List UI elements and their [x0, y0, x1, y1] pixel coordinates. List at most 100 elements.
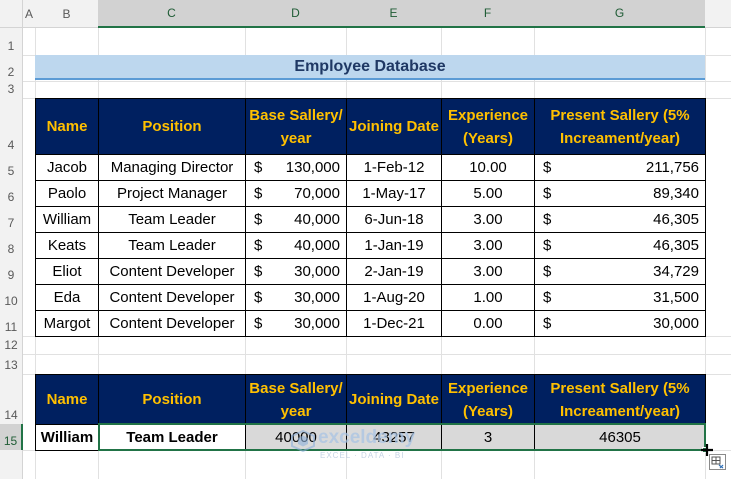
cell-name[interactable]: Eliot — [35, 258, 99, 285]
present-salary-value: 34,729 — [653, 263, 699, 280]
base-salary-value: 30,000 — [294, 315, 340, 332]
cell-present-salary[interactable]: $211,756 — [534, 154, 706, 181]
base-salary-value: 30,000 — [294, 263, 340, 280]
cell-base-salary[interactable]: $30,000 — [245, 258, 347, 285]
cell-position[interactable]: Team Leader — [98, 232, 246, 259]
column-header-b[interactable]: B — [35, 0, 98, 28]
base-salary-value: 40,000 — [294, 211, 340, 228]
row-header-8[interactable]: 8 — [0, 232, 23, 258]
row-header-15[interactable]: 15 — [0, 424, 23, 450]
cell-joining-date[interactable]: 1-Jan-19 — [346, 232, 442, 259]
cell-name[interactable]: William — [35, 206, 99, 233]
cell-position[interactable]: Content Developer — [98, 310, 246, 337]
cell-joining-date[interactable]: 1-Aug-20 — [346, 284, 442, 311]
currency-symbol: $ — [543, 185, 552, 202]
currency-symbol: $ — [254, 211, 263, 228]
cell-name[interactable]: Paolo — [35, 180, 99, 207]
cell-present-salary[interactable]: $34,729 — [534, 258, 706, 285]
row-header-9[interactable]: 9 — [0, 258, 23, 284]
row-header-1[interactable]: 1 — [0, 28, 23, 55]
column-header-d[interactable]: D — [245, 0, 346, 28]
employee-table: Name Position Base Sallery/ year Joining… — [35, 98, 706, 337]
row-header-5[interactable]: 5 — [0, 154, 23, 180]
cell-position[interactable]: Team Leader — [98, 206, 246, 233]
column-header-a[interactable]: A — [23, 0, 35, 28]
header-experience[interactable]: Experience (Years) — [441, 98, 535, 155]
row-header-2[interactable]: 2 — [0, 55, 23, 81]
cell-joining-date[interactable]: 1-Feb-12 — [346, 154, 442, 181]
currency-symbol: $ — [254, 159, 263, 176]
column-header-c[interactable]: C — [98, 0, 245, 28]
row-header-11[interactable]: 11 — [0, 310, 23, 336]
header-joining-date[interactable]: Joining Date — [346, 374, 442, 425]
row-header-13[interactable]: 13 — [0, 354, 23, 374]
cell-name[interactable]: Keats — [35, 232, 99, 259]
cell-experience[interactable]: 3.00 — [441, 206, 535, 233]
cell-present-salary[interactable]: $31,500 — [534, 284, 706, 311]
lookup-name-cell[interactable]: William — [35, 424, 99, 451]
header-present-salary[interactable]: Present Sallery (5% Increament/year) — [534, 98, 706, 155]
row-header-4[interactable]: 4 — [0, 98, 23, 154]
base-salary-value: 70,000 — [294, 185, 340, 202]
row-header-6[interactable]: 6 — [0, 180, 23, 206]
header-name[interactable]: Name — [35, 98, 99, 155]
cell-experience[interactable]: 10.00 — [441, 154, 535, 181]
cell-present-salary[interactable]: $46,305 — [534, 206, 706, 233]
currency-symbol: $ — [543, 237, 552, 254]
cell-base-salary[interactable]: $30,000 — [245, 284, 347, 311]
gridline — [23, 354, 731, 355]
cell-position[interactable]: Content Developer — [98, 258, 246, 285]
cell-joining-date[interactable]: 6-Jun-18 — [346, 206, 442, 233]
cell-present-salary[interactable]: $30,000 — [534, 310, 706, 337]
row-header-14[interactable]: 14 — [0, 374, 23, 424]
watermark-logo-icon — [291, 430, 315, 452]
cell-present-salary[interactable]: $89,340 — [534, 180, 706, 207]
header-base-salary[interactable]: Base Sallery/ year — [245, 374, 347, 425]
cell-joining-date[interactable]: 1-Dec-21 — [346, 310, 442, 337]
row-header-7[interactable]: 7 — [0, 206, 23, 232]
cell-experience[interactable]: 3.00 — [441, 258, 535, 285]
table-row: Jacob Managing Director $130,000 1-Feb-1… — [35, 154, 706, 181]
cell-experience[interactable]: 3.00 — [441, 232, 535, 259]
header-position[interactable]: Position — [98, 98, 246, 155]
header-name[interactable]: Name — [35, 374, 99, 425]
header-experience[interactable]: Experience (Years) — [441, 374, 535, 425]
currency-symbol: $ — [543, 289, 552, 306]
cell-position[interactable]: Content Developer — [98, 284, 246, 311]
present-salary-value: 89,340 — [653, 185, 699, 202]
cell-name[interactable]: Margot — [35, 310, 99, 337]
row-header-10[interactable]: 10 — [0, 284, 23, 310]
cell-base-salary[interactable]: $70,000 — [245, 180, 347, 207]
column-header-e[interactable]: E — [346, 0, 441, 28]
cell-base-salary[interactable]: $40,000 — [245, 232, 347, 259]
cell-name[interactable]: Jacob — [35, 154, 99, 181]
quick-analysis-button[interactable] — [709, 454, 726, 470]
header-position[interactable]: Position — [98, 374, 246, 425]
cell-name[interactable]: Eda — [35, 284, 99, 311]
cell-base-salary[interactable]: $30,000 — [245, 310, 347, 337]
table-row: Margot Content Developer $30,000 1-Dec-2… — [35, 310, 706, 337]
row-header-3[interactable]: 3 — [0, 81, 23, 98]
currency-symbol: $ — [543, 211, 552, 228]
cell-experience[interactable]: 5.00 — [441, 180, 535, 207]
cell-joining-date[interactable]: 1-May-17 — [346, 180, 442, 207]
watermark-brand: exceldemy — [318, 427, 416, 448]
cell-joining-date[interactable]: 2-Jan-19 — [346, 258, 442, 285]
header-present-salary[interactable]: Present Sallery (5% Increament/year) — [534, 374, 706, 425]
cell-experience[interactable]: 1.00 — [441, 284, 535, 311]
cell-position[interactable]: Managing Director — [98, 154, 246, 181]
cell-present-salary[interactable]: $46,305 — [534, 232, 706, 259]
column-header-g[interactable]: G — [534, 0, 705, 28]
header-base-salary[interactable]: Base Sallery/ year — [245, 98, 347, 155]
cell-base-salary[interactable]: $40,000 — [245, 206, 347, 233]
sheet-title[interactable]: Employee Database — [35, 55, 705, 80]
row-header-12[interactable]: 12 — [0, 336, 23, 354]
header-joining-date[interactable]: Joining Date — [346, 98, 442, 155]
cell-position[interactable]: Project Manager — [98, 180, 246, 207]
watermark-logo: exceldemy EXCEL · DATA · BI — [290, 426, 450, 462]
column-header-f[interactable]: F — [441, 0, 534, 28]
cell-base-salary[interactable]: $130,000 — [245, 154, 347, 181]
select-all-corner[interactable] — [0, 0, 23, 28]
table-row: Paolo Project Manager $70,000 1-May-17 5… — [35, 180, 706, 207]
cell-experience[interactable]: 0.00 — [441, 310, 535, 337]
